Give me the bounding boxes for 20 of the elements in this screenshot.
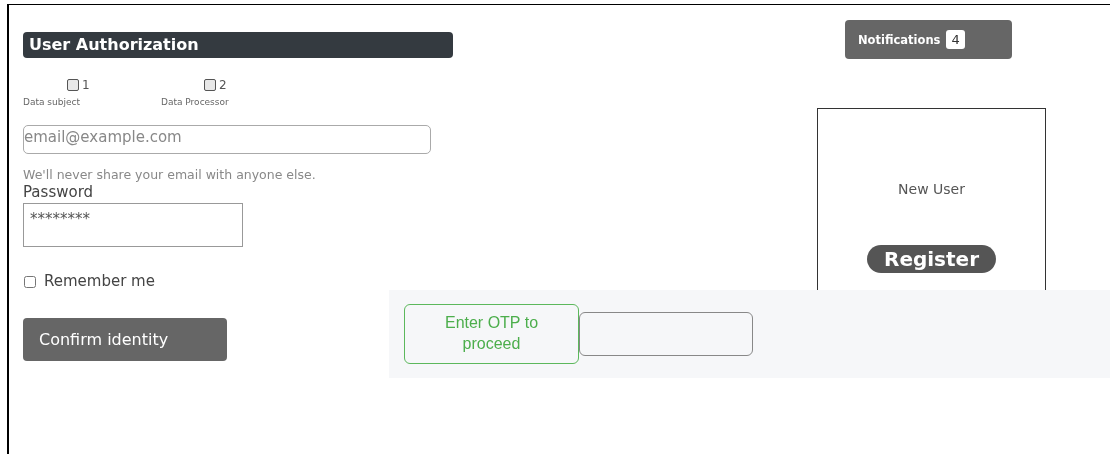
role-number: 2: [219, 78, 227, 92]
register-button[interactable]: Register: [867, 245, 996, 273]
role-checkbox[interactable]: [204, 79, 216, 91]
password-label: Password: [23, 183, 95, 201]
confirm-button[interactable]: Confirm identity: [23, 318, 227, 361]
role-label: Data Processor: [161, 97, 229, 107]
card-text: New User: [898, 181, 965, 197]
role-checkbox[interactable]: [67, 79, 79, 91]
remember-checkbox[interactable]: [24, 276, 36, 288]
section-title: User Authorization: [23, 32, 453, 58]
otp-field[interactable]: [579, 312, 753, 356]
remember-label: Remember me: [44, 272, 155, 290]
otp-label: Enter OTP to proceed: [404, 304, 579, 364]
email-field[interactable]: email@example.com: [23, 125, 431, 154]
help-text: We'll never share your email with anyone else.: [23, 167, 317, 182]
role-label: Data subject: [23, 97, 80, 107]
role-number: 1: [82, 78, 90, 92]
password-field[interactable]: ********: [23, 203, 243, 247]
notifications-button[interactable]: Notifications 4: [845, 20, 1012, 59]
count-badge: 4: [946, 30, 965, 49]
